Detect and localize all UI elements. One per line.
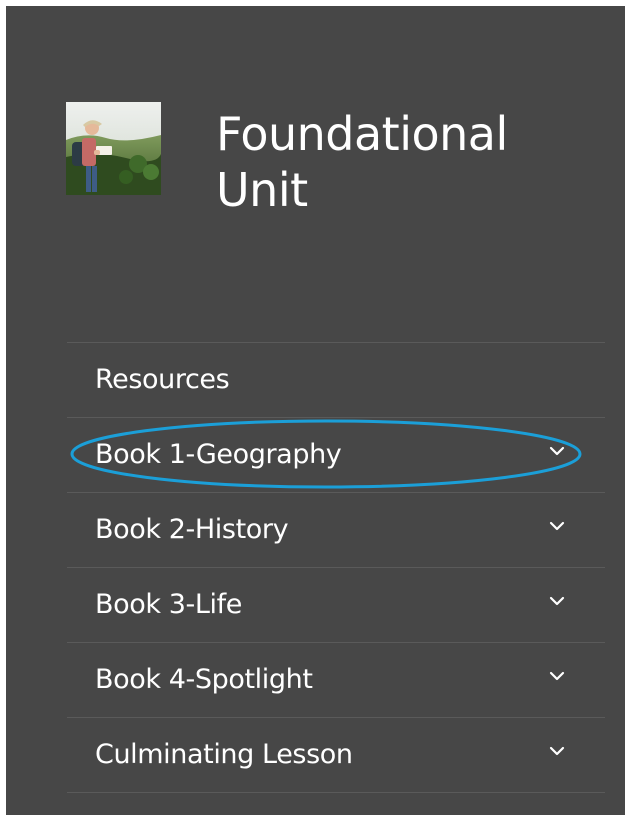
unit-title: Foundational Unit bbox=[216, 106, 616, 218]
nav-item-resources[interactable]: Resources bbox=[67, 343, 605, 418]
nav-item-label: Resources bbox=[95, 364, 230, 395]
nav-item-book-2-history[interactable]: Book 2-History bbox=[67, 493, 605, 568]
nav-item-culminating-lesson[interactable]: Culminating Lesson bbox=[67, 718, 605, 793]
nav-item-label: Book 2-History bbox=[95, 514, 289, 545]
nav-item-book-1-geography[interactable]: Book 1-Geography bbox=[67, 418, 605, 493]
unit-thumbnail-image bbox=[66, 102, 161, 195]
hiker-reading-map-photo bbox=[66, 102, 161, 195]
chevron-down-icon[interactable] bbox=[549, 745, 565, 757]
sidebar-panel: Foundational Unit Resources Book 1-Geogr… bbox=[6, 6, 625, 815]
nav-item-book-4-spotlight[interactable]: Book 4-Spotlight bbox=[67, 643, 605, 718]
nav-item-label: Book 4-Spotlight bbox=[95, 664, 313, 695]
nav-item-label: Book 1-Geography bbox=[95, 439, 342, 470]
chevron-down-icon[interactable] bbox=[549, 520, 565, 532]
chevron-down-icon[interactable] bbox=[549, 670, 565, 682]
unit-title-line-1: Foundational bbox=[216, 107, 508, 161]
nav-item-book-3-life[interactable]: Book 3-Life bbox=[67, 568, 605, 643]
chevron-down-icon[interactable] bbox=[549, 595, 565, 607]
unit-nav-menu: Resources Book 1-Geography Book 2-Histor… bbox=[67, 342, 605, 793]
chevron-down-icon[interactable] bbox=[549, 445, 565, 457]
nav-item-label: Book 3-Life bbox=[95, 589, 242, 620]
unit-title-line-2: Unit bbox=[216, 163, 308, 217]
nav-item-label: Culminating Lesson bbox=[95, 739, 353, 770]
